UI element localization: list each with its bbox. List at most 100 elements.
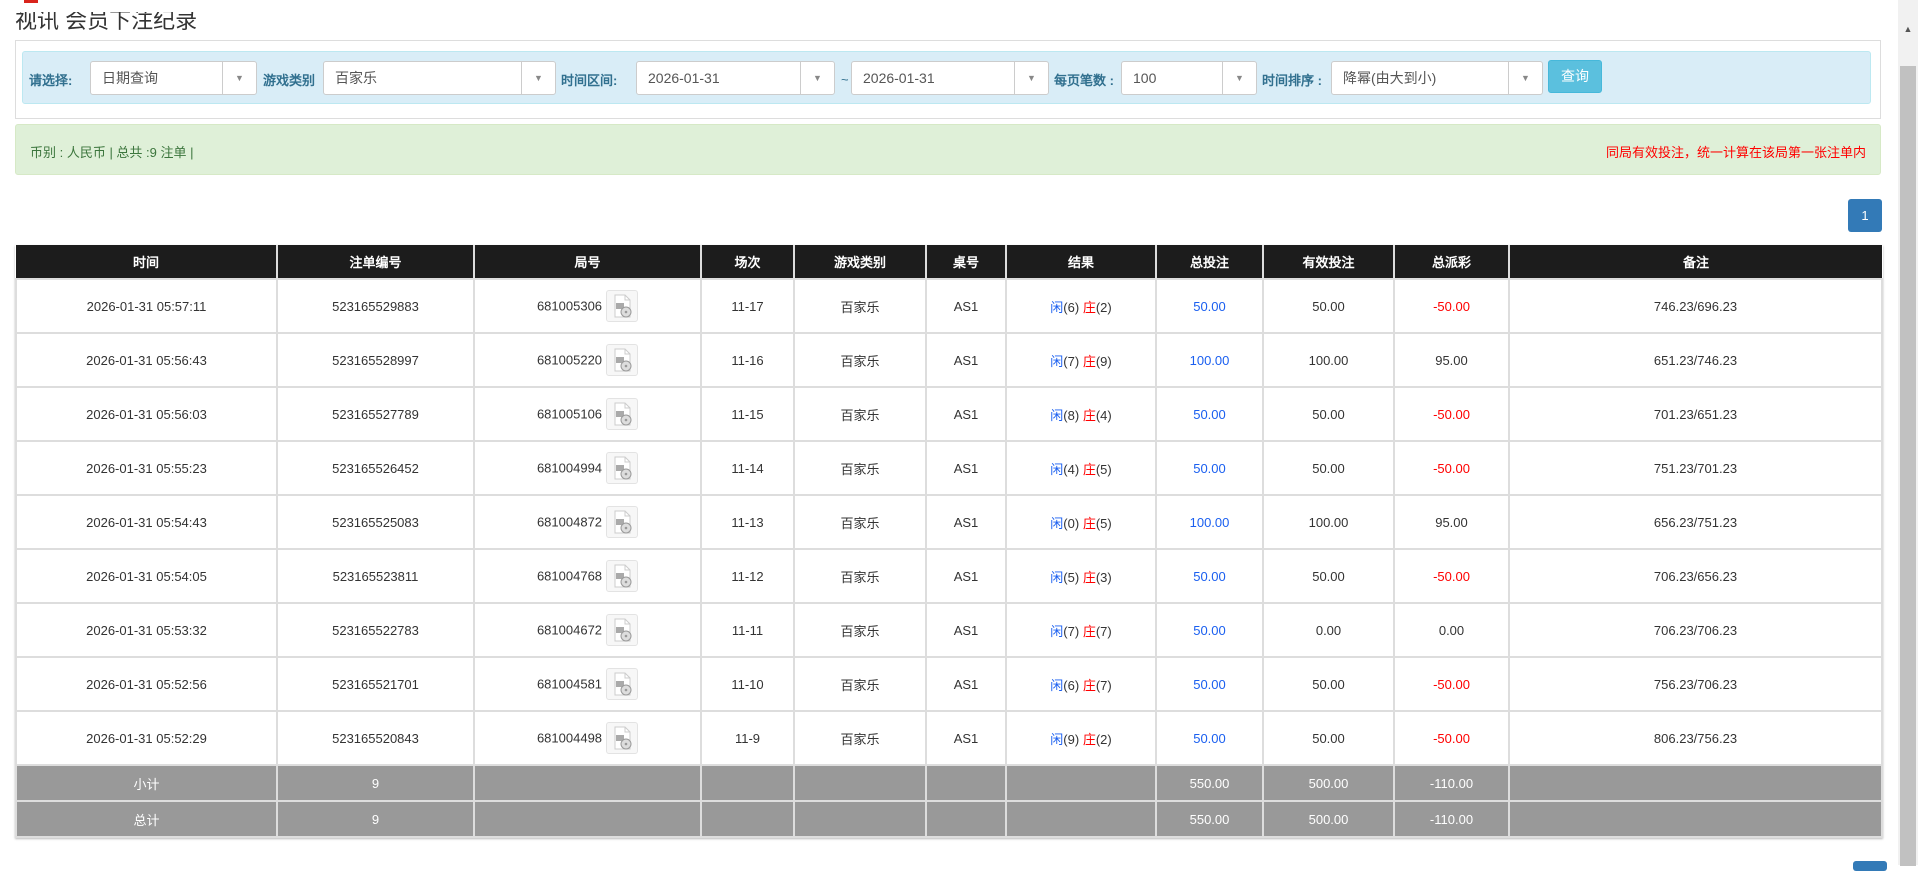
query-type-select[interactable]: 日期查询 ▼ (90, 61, 257, 95)
sum-count: 9 (276, 764, 475, 802)
banker-points: (2) (1095, 299, 1112, 315)
video-replay-icon[interactable] (606, 506, 639, 538)
result-cell: 闲(6) 庄(2) (1005, 278, 1157, 334)
table-number-cell: AS1 (925, 332, 1007, 388)
banker-points: (5) (1095, 461, 1112, 477)
chevron-down-icon: ▼ (1014, 62, 1048, 94)
date-from-select[interactable]: 2026-01-31 ▼ (636, 61, 835, 95)
result-cell: 闲(7) 庄(9) (1005, 332, 1157, 388)
round-number: 681004498 (536, 730, 603, 746)
sort-select[interactable]: 降幂(由大到小) ▼ (1331, 61, 1543, 95)
table-number-cell: AS1 (925, 602, 1007, 658)
time-cell: 2026-01-31 05:54:43 (15, 494, 278, 550)
round-cell: 681004672 (473, 602, 702, 658)
total-bet-cell: 50.00 (1155, 656, 1264, 712)
column-header: 总派彩 (1393, 245, 1509, 279)
payout-cell: -50.00 (1393, 440, 1510, 496)
banker-points: (9) (1095, 353, 1112, 369)
banker-label: 庄 (1082, 677, 1096, 693)
round-number: 681004994 (536, 460, 603, 476)
total-bet-cell: 100.00 (1155, 332, 1264, 388)
total-bet-cell: 50.00 (1155, 710, 1264, 766)
table-number-cell: AS1 (925, 656, 1007, 712)
scroll-up-arrow-icon[interactable]: ▲ (1898, 20, 1918, 38)
player-points: (6) (1063, 677, 1080, 693)
table-number-cell: AS1 (925, 548, 1007, 604)
banker-label: 庄 (1082, 515, 1096, 531)
video-replay-icon[interactable] (606, 344, 639, 376)
pagination-bottom[interactable] (1853, 861, 1887, 871)
chevron-down-icon: ▼ (521, 62, 555, 94)
sum-total-bet: 550.00 (1155, 764, 1264, 802)
column-header: 游戏类别 (793, 245, 926, 279)
round-cell: 681004581 (473, 656, 702, 712)
payout-cell: -50.00 (1393, 548, 1510, 604)
player-label: 闲 (1050, 299, 1064, 315)
player-points: (5) (1063, 569, 1080, 585)
query-button[interactable]: 查询 (1548, 60, 1602, 93)
summary-alert (15, 124, 1881, 175)
payout-cell: 0.00 (1393, 602, 1510, 658)
player-label: 闲 (1050, 461, 1064, 477)
payout-cell: -50.00 (1393, 386, 1510, 442)
table-row: 2026-01-31 05:54:43 523165525083 6810048… (15, 494, 1883, 550)
player-points: (6) (1063, 299, 1080, 315)
subtotal-row: 小计 9 550.00 500.00 -110.00 (15, 764, 1883, 802)
grand-total-row: 总计 9 550.00 500.00 -110.00 (15, 800, 1883, 838)
pagination-page-1[interactable]: 1 (1848, 199, 1882, 232)
game-type-cell: 百家乐 (793, 548, 927, 604)
video-replay-icon[interactable] (606, 722, 639, 754)
player-label: 闲 (1050, 569, 1064, 585)
game-type-select[interactable]: 百家乐 ▼ (323, 61, 556, 95)
shoe-cell: 11-12 (700, 548, 795, 604)
game-type-cell: 百家乐 (793, 710, 927, 766)
valid-bet-cell: 50.00 (1262, 656, 1395, 712)
column-header: 注单编号 (276, 245, 474, 279)
round-cell: 681004768 (473, 548, 702, 604)
bet-id-cell: 523165529883 (276, 278, 475, 334)
scrollbar-thumb[interactable] (1900, 66, 1916, 866)
note-cell: 706.23/706.23 (1508, 602, 1883, 658)
valid-bet-cell: 50.00 (1262, 548, 1395, 604)
time-cell: 2026-01-31 05:52:29 (15, 710, 278, 766)
logo-mark (24, 0, 38, 3)
sum-count: 9 (276, 800, 475, 838)
note-cell: 656.23/751.23 (1508, 494, 1883, 550)
round-cell: 681004498 (473, 710, 702, 766)
note-cell: 701.23/651.23 (1508, 386, 1883, 442)
player-label: 闲 (1050, 515, 1064, 531)
banker-points: (3) (1095, 569, 1112, 585)
column-header: 桌号 (925, 245, 1006, 279)
game-type-cell: 百家乐 (793, 440, 927, 496)
column-header: 结果 (1005, 245, 1156, 279)
per-page-select[interactable]: 100 ▼ (1121, 61, 1257, 95)
empty-cell (700, 800, 795, 838)
valid-bet-cell: 50.00 (1262, 278, 1395, 334)
banker-label: 庄 (1082, 731, 1096, 747)
banker-label: 庄 (1082, 407, 1096, 423)
video-replay-icon[interactable] (606, 398, 639, 430)
payout-cell: -50.00 (1393, 278, 1510, 334)
chevron-down-icon: ▼ (1508, 62, 1542, 94)
shoe-cell: 11-10 (700, 656, 795, 712)
video-replay-icon[interactable] (606, 560, 639, 592)
sort-value: 降幂(由大到小) (1343, 70, 1437, 86)
table-row: 2026-01-31 05:55:23 523165526452 6810049… (15, 440, 1883, 496)
round-number: 681004581 (536, 676, 603, 692)
note-cell: 806.23/756.23 (1508, 710, 1883, 766)
shoe-cell: 11-13 (700, 494, 795, 550)
video-replay-icon[interactable] (606, 614, 639, 646)
valid-bet-cell: 0.00 (1262, 602, 1395, 658)
date-to-select[interactable]: 2026-01-31 ▼ (851, 61, 1049, 95)
game-type-cell: 百家乐 (793, 386, 927, 442)
video-replay-icon[interactable] (606, 452, 639, 484)
round-number: 681004768 (536, 568, 603, 584)
result-cell: 闲(9) 庄(2) (1005, 710, 1157, 766)
bet-id-cell: 523165528997 (276, 332, 475, 388)
bet-id-cell: 523165521701 (276, 656, 475, 712)
shoe-cell: 11-16 (700, 332, 795, 388)
video-replay-icon[interactable] (606, 290, 639, 322)
banker-points: (7) (1095, 677, 1112, 693)
video-replay-icon[interactable] (606, 668, 639, 700)
chevron-down-icon: ▼ (800, 62, 834, 94)
